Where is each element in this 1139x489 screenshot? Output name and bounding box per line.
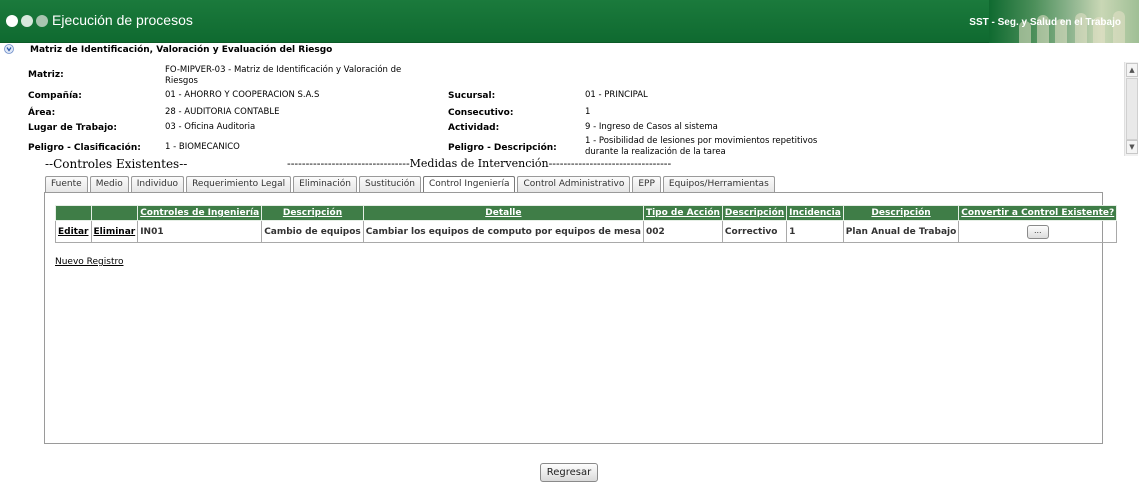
new-record-link[interactable]: Nuevo Registro xyxy=(55,257,124,267)
tab-control-administrativo[interactable]: Control Administrativo xyxy=(517,176,631,192)
tab-eliminacion[interactable]: Eliminación xyxy=(293,176,357,192)
tab-individuo[interactable]: Individuo xyxy=(130,176,185,192)
lugar-value: 03 - Oficina Auditoria xyxy=(165,122,256,132)
edit-link[interactable]: Editar xyxy=(55,220,92,243)
dot-icon xyxy=(36,15,48,27)
scroll-down-icon[interactable]: ▼ xyxy=(1126,140,1138,154)
peligro-descripcion-value: 1 - Posibilidad de lesiones por movimien… xyxy=(585,136,818,157)
peligro-clasificacion-label: Peligro - Clasificación: xyxy=(28,143,141,153)
column-header-detalle[interactable]: Detalle xyxy=(362,205,644,221)
tab-epp[interactable]: EPP xyxy=(632,176,661,192)
peligro-descripcion-label: Peligro - Descripción: xyxy=(448,143,557,153)
lugar-label: Lugar de Trabajo: xyxy=(28,123,117,133)
compania-value: 01 - AHORRO Y COOPERACION S.A.S xyxy=(165,90,320,100)
area-value: 28 - AUDITORIA CONTABLE xyxy=(165,107,280,117)
tab-control-ingenieria[interactable]: Control Ingeniería xyxy=(423,176,516,193)
sucursal-value: 01 - PRINCIPAL xyxy=(585,90,648,100)
delete-link[interactable]: Eliminar xyxy=(90,220,139,243)
dot-icon xyxy=(21,15,33,27)
column-header-tipo-accion[interactable]: Tipo de Acción xyxy=(642,205,723,221)
table-header-row: Controles de Ingeniería Descripción Deta… xyxy=(55,205,1118,221)
column-header-controles[interactable]: Controles de Ingeniería xyxy=(137,205,263,221)
tab-fuente[interactable]: Fuente xyxy=(45,176,88,192)
column-header xyxy=(90,205,139,221)
cell-descripcion: Cambio de equipos xyxy=(261,220,364,243)
column-header-descripcion-incidencia[interactable]: Descripción xyxy=(842,205,960,221)
compania-label: Compañía: xyxy=(28,91,82,101)
controles-existentes-heading: --Controles Existentes-- xyxy=(45,157,188,171)
matriz-label: Matriz: xyxy=(28,70,64,80)
convert-control-button[interactable]: ... xyxy=(1026,224,1049,239)
column-header-descripcion-tipo[interactable]: Descripción xyxy=(721,205,788,221)
page-title: Matriz de Identificación, Valoración y E… xyxy=(30,45,333,55)
area-label: Área: xyxy=(28,108,56,118)
scroll-thumb[interactable] xyxy=(1126,78,1138,140)
sucursal-label: Sucursal: xyxy=(448,91,496,101)
back-button[interactable]: Regresar xyxy=(540,463,598,482)
consecutivo-label: Consecutivo: xyxy=(448,108,514,118)
actividad-label: Actividad: xyxy=(448,123,500,133)
actividad-value: 9 - Ingreso de Casos al sistema xyxy=(585,122,718,132)
dot-icon xyxy=(6,15,18,27)
peligro-clasificacion-value: 1 - BIOMECANICO xyxy=(165,142,240,152)
column-header-convertir[interactable]: Convertir a Control Existente? xyxy=(958,205,1118,221)
tab-sustitucion[interactable]: Sustitución xyxy=(358,176,422,192)
cell-tipo-descripcion: Correctivo xyxy=(721,220,788,243)
app-header: Ejecución de procesos SST - Seg. y Salud… xyxy=(0,0,1139,43)
tab-medio[interactable]: Medio xyxy=(89,176,129,192)
column-header-descripcion[interactable]: Descripción xyxy=(261,205,364,221)
tab-bar: Fuente Medio Individuo Requerimiento Leg… xyxy=(45,176,775,193)
column-header-incidencia[interactable]: Incidencia xyxy=(786,205,844,221)
matriz-value: FO-MIPVER-03 - Matriz de Identificación … xyxy=(165,65,402,86)
consecutivo-value: 1 xyxy=(585,107,591,117)
cell-incidencia-descripcion: Plan Anual de Trabajo xyxy=(842,220,960,243)
controles-ingenieria-table: Controles de Ingeniería Descripción Deta… xyxy=(55,205,1118,243)
medidas-intervencion-heading: ---------------------------------Medidas… xyxy=(287,157,672,170)
tab-requerimiento-legal[interactable]: Requerimiento Legal xyxy=(186,176,292,192)
cell-control: IN01 xyxy=(137,220,263,243)
tab-equipos-herramientas[interactable]: Equipos/Herramientas xyxy=(662,176,775,192)
column-header xyxy=(55,205,92,221)
app-title: Ejecución de procesos xyxy=(52,12,193,28)
cell-tipo-accion: 002 xyxy=(642,220,723,243)
cell-incidencia: 1 xyxy=(786,220,844,243)
window-dots xyxy=(6,15,48,27)
cell-convertir: ... xyxy=(958,220,1118,243)
collapse-arrow-icon[interactable] xyxy=(4,44,14,54)
scroll-up-icon[interactable]: ▲ xyxy=(1126,63,1138,77)
brand-title: SST - Seg. y Salud en el Trabajo xyxy=(969,17,1121,28)
table-row: Editar Eliminar IN01 Cambio de equipos C… xyxy=(55,220,1118,243)
info-scrollbar[interactable]: ▲ ▼ xyxy=(1124,62,1138,156)
cell-detalle: Cambiar los equipos de computo por equip… xyxy=(362,220,644,243)
